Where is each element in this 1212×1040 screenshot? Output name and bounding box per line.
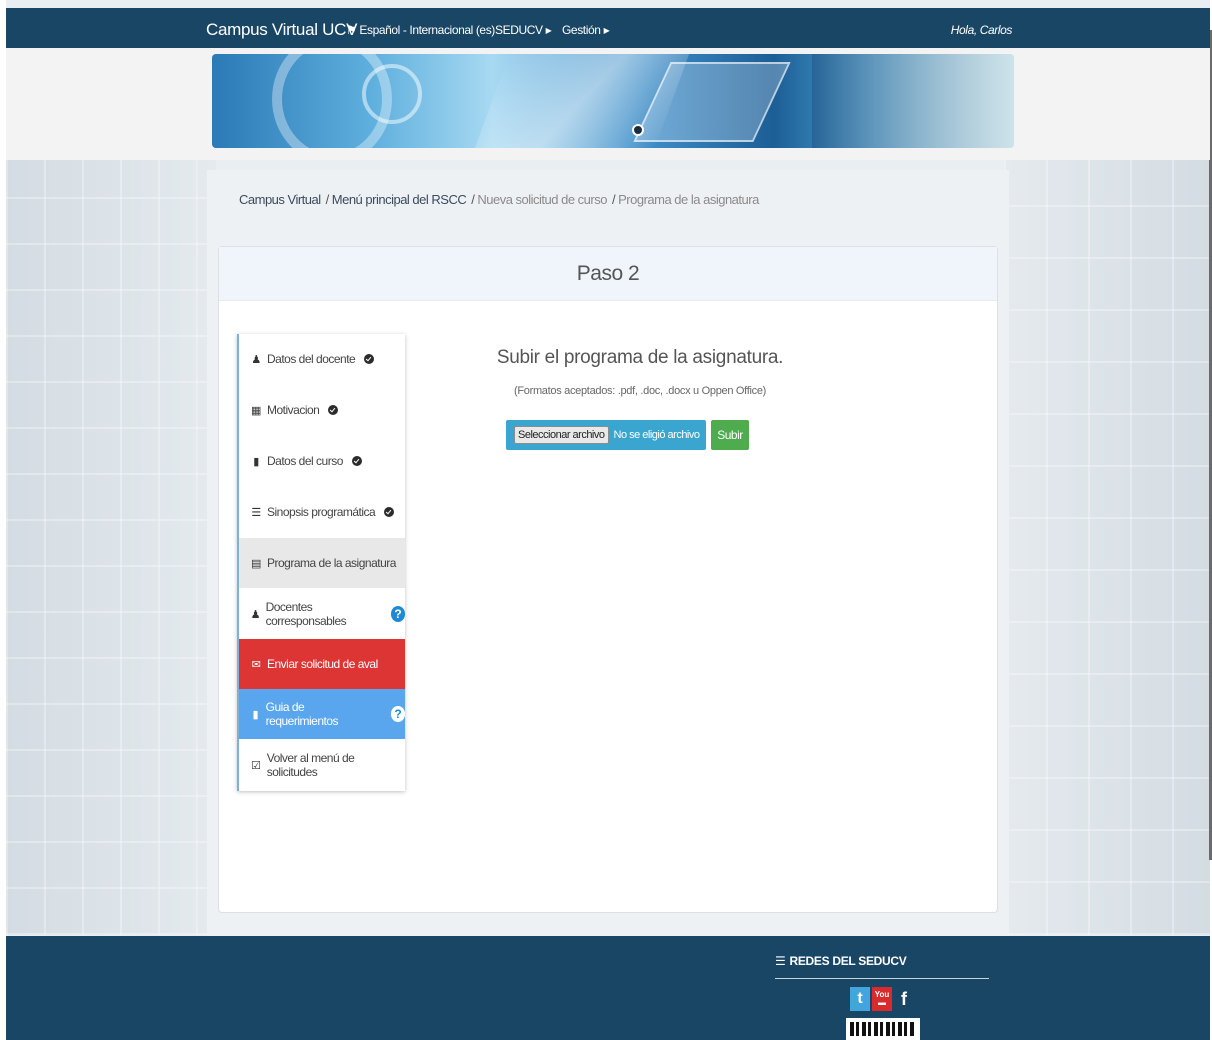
caret-right-icon: ▶ [603, 25, 610, 35]
menu-item-motivacion[interactable]: ▦ Motivacion [239, 385, 405, 435]
accepted-formats-note: (Formatos aceptados: .pdf, .doc, .docx u… [513, 385, 766, 397]
menu-item-volver-menu[interactable]: ☑ Volver al menú de solicitudes [239, 740, 405, 790]
check-circle-icon [351, 456, 362, 466]
file-input[interactable]: Seleccionar archivo No se eligió archivo [506, 420, 706, 450]
menu-item-label: Guia de requerimientos [265, 700, 339, 728]
menu-item-label: Motivacion [267, 403, 320, 417]
list-icon: ☰ [251, 506, 261, 519]
select-file-button[interactable]: Seleccionar archivo [514, 426, 609, 444]
language-label: Español - Internacional (es) [359, 23, 495, 37]
footer [6, 936, 1210, 1040]
user-icon: ♟ [250, 608, 261, 621]
twitter-icon[interactable]: t [850, 987, 870, 1011]
panel-title: Paso 2 [576, 261, 640, 285]
qr-code-icon [846, 1018, 920, 1040]
breadcrumb-campus-virtual[interactable]: Campus Virtual [239, 192, 321, 207]
menu-item-label: Datos del curso [267, 454, 343, 468]
list-icon: ▦ [251, 404, 261, 417]
flag-icon: ⚑ [346, 23, 357, 37]
user-greeting[interactable]: Hola, Carlos [951, 23, 1013, 37]
language-menu[interactable]: ⚑ Español - Internacional (es) [346, 23, 495, 37]
help-icon[interactable]: ? [390, 706, 405, 722]
breadcrumb-menu-principal[interactable]: Menú principal del RSCC [332, 192, 467, 207]
footer-heading-text: REDES DEL SEDUCV [789, 954, 907, 968]
steps-side-menu: ♟ Datos del docente ▦ Motivacion ▮ Datos… [237, 334, 405, 791]
menu-item-enviar-solicitud[interactable]: ✉ Enviar solicitud de aval [239, 639, 405, 689]
menu-item-label: Volver al menú de solicitudes [266, 751, 355, 779]
breadcrumb: Campus Virtual / Menú principal del RSCC / N… [239, 192, 759, 207]
breadcrumb-nueva-solicitud[interactable]: Nueva solicitud de curso [477, 192, 607, 207]
checkbox-icon: ☑ [251, 759, 261, 772]
breadcrumb-current-page: Programa de la asignatura [618, 192, 759, 207]
menu-item-label: Enviar solicitud de aval [267, 657, 378, 671]
list-icon: ☰ [775, 954, 786, 968]
circuit-pattern-left [6, 160, 216, 935]
menu-item-guia-requerimientos[interactable]: ▮ Guia de requerimientos ? [239, 689, 405, 739]
upload-title: Subir el programa de la asignatura. [496, 347, 784, 368]
panel-heading: Paso 2 [219, 247, 997, 301]
menu-item-datos-curso[interactable]: ▮ Datos del curso [239, 436, 405, 486]
check-circle-icon [328, 405, 339, 415]
menu-item-label: Docentes corresponsables [265, 600, 347, 628]
help-icon[interactable]: ? [390, 606, 405, 622]
menu-item-label: Sinopsis programática [267, 505, 376, 519]
check-circle-icon [384, 507, 395, 517]
document-icon: ▤ [251, 557, 261, 570]
footer-divider [775, 978, 989, 979]
facebook-icon[interactable]: f [894, 987, 914, 1011]
top-navbar: Campus Virtual UCV ⚑ Español - Internaci… [6, 8, 1210, 48]
upload-submit-button[interactable]: Subir [711, 420, 749, 450]
check-circle-icon [364, 354, 375, 364]
menu-item-datos-docente[interactable]: ♟ Datos del docente [239, 334, 405, 384]
menu-item-label: Datos del docente [267, 352, 356, 366]
menu-item-sinopsis[interactable]: ☰ Sinopsis programática [239, 487, 405, 537]
user-icon: ♟ [251, 353, 261, 366]
gestion-menu[interactable]: Gestión ▶ [562, 23, 610, 37]
file-status-text: No se eligió archivo [613, 429, 701, 441]
gestion-menu-label: Gestión [562, 23, 601, 37]
caret-right-icon: ▶ [545, 25, 552, 35]
book-icon: ▮ [253, 455, 259, 468]
circuit-pattern-right [1004, 160, 1210, 935]
site-brand-link[interactable]: Campus Virtual UCV [206, 20, 357, 40]
envelope-icon: ✉ [251, 658, 261, 671]
menu-item-label: Programa de la asignatura [267, 556, 396, 570]
header-banner-image [212, 54, 1014, 148]
menu-item-docentes-corresponsables[interactable]: ♟ Docentes corresponsables ? [239, 589, 405, 639]
youtube-icon[interactable]: You ▬ [872, 987, 892, 1011]
file-icon: ▮ [252, 708, 259, 721]
footer-networks-heading: ☰ REDES DEL SEDUCV [775, 954, 989, 968]
seducv-menu[interactable]: SEDUCV ▶ [495, 23, 552, 37]
seducv-menu-label: SEDUCV [495, 23, 543, 37]
menu-item-programa-asignatura[interactable]: ▤ Programa de la asignatura [239, 538, 405, 588]
